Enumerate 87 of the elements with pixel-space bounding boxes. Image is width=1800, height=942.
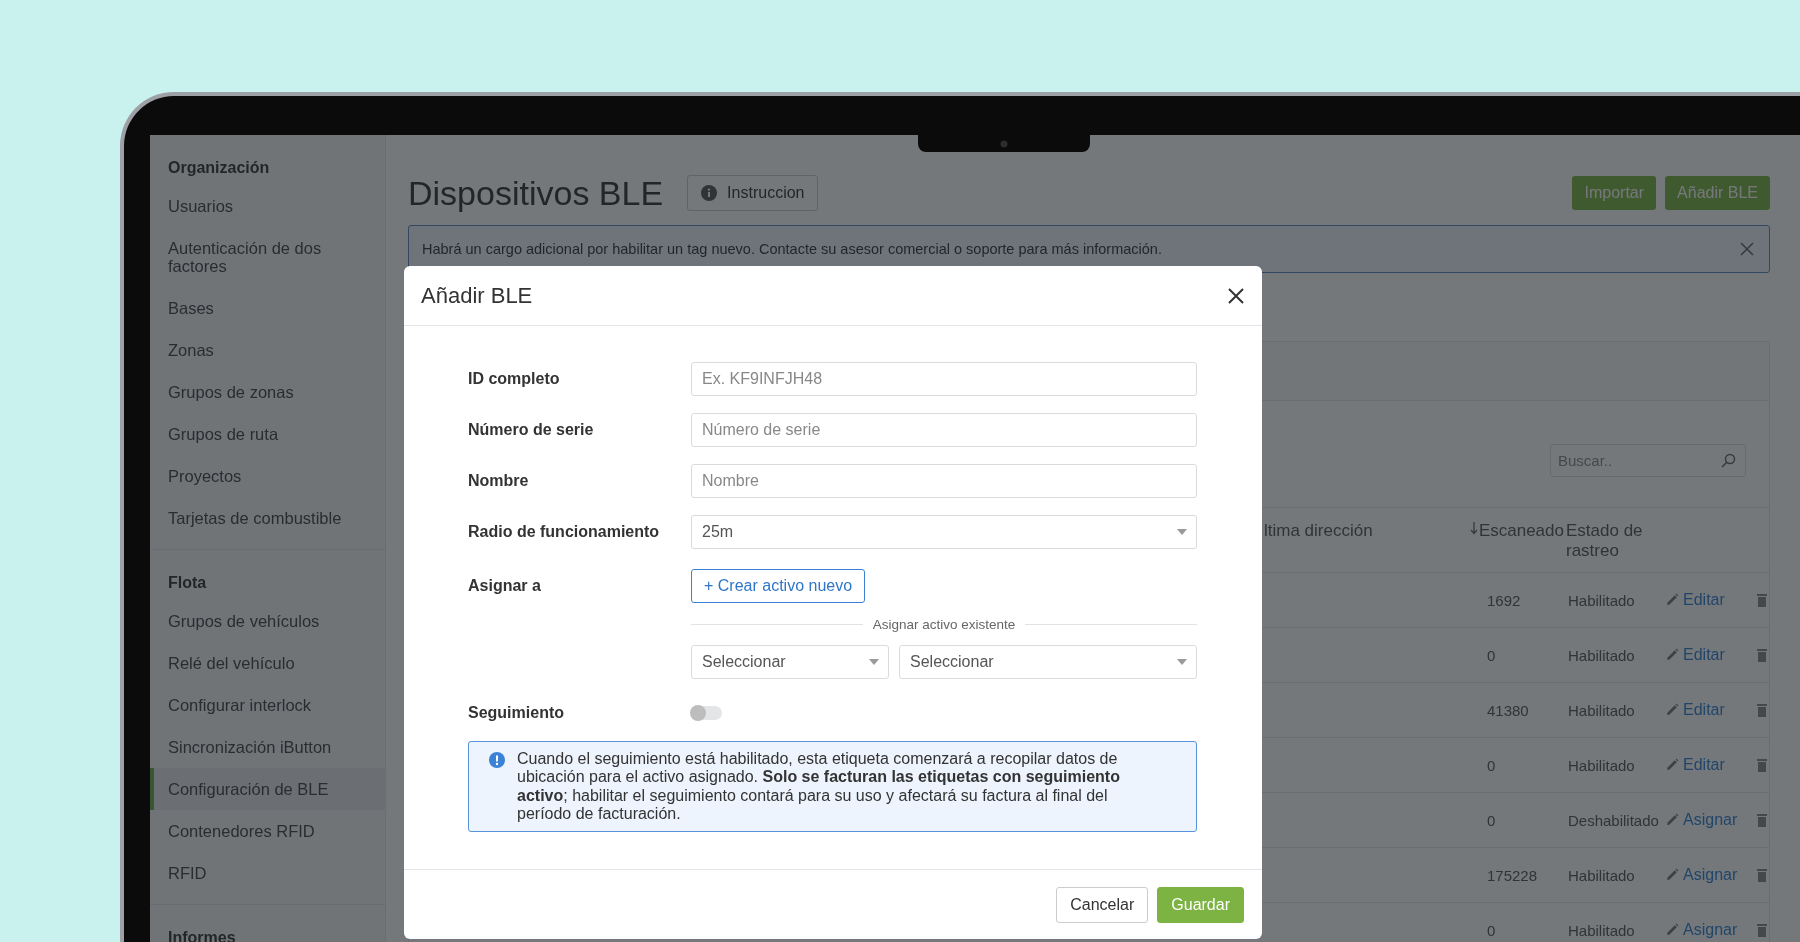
pencil-icon [1665, 592, 1679, 607]
header-button[interactable]: Importar [1572, 176, 1657, 210]
divider-label: Asignar activo existente [872, 616, 1016, 632]
table-cell-text: Deshabilitado [1567, 811, 1660, 829]
instruction-button[interactable]: Instruccion [687, 175, 819, 211]
action-link[interactable]: Asignar [1665, 810, 1738, 829]
section-heading: Organización [167, 159, 271, 178]
alert-icon [489, 752, 505, 768]
action-link[interactable]: Editar [1665, 700, 1725, 719]
pencil-icon [1665, 647, 1679, 662]
save-button[interactable]: Guardar [1157, 886, 1244, 923]
field-label: Asignar a [468, 576, 542, 596]
page-title: Dispositivos BLE [408, 173, 664, 213]
cancel-button[interactable]: Cancelar [1056, 886, 1149, 923]
caret-icon [1177, 659, 1187, 665]
sidebar-item[interactable]: Proyectos [150, 455, 385, 497]
sidebar-item[interactable]: Autenticación de dos factores [150, 227, 385, 287]
pencil-icon [1665, 757, 1679, 772]
camera-icon [1000, 139, 1008, 148]
sidebar-item[interactable]: Grupos de zonas [150, 371, 385, 413]
table-cell-text: Habilitado [1567, 591, 1636, 609]
dialog-title: Añadir BLE [421, 282, 533, 309]
sidebar-item[interactable]: Usuarios [150, 185, 385, 227]
table-cell-text: 0 [1486, 921, 1497, 939]
dropdown[interactable]: Seleccionar [691, 645, 889, 679]
table-cell-text: 41380 [1486, 701, 1530, 719]
table-cell-text: Habilitado [1567, 756, 1636, 774]
sidebar-item[interactable]: Configuración de BLE [150, 768, 385, 810]
table-cell-text: 0 [1486, 646, 1497, 664]
table-cell-text: Habilitado [1567, 701, 1636, 719]
dropdown[interactable]: 25m [691, 515, 1197, 549]
trash-icon[interactable] [1757, 868, 1767, 882]
column-header[interactable]: Estado de rastreo [1566, 521, 1665, 561]
sidebar-item[interactable]: Grupos de ruta [150, 413, 385, 455]
sidebar-item[interactable]: Sincronización iButton [150, 726, 385, 768]
sidebar-item[interactable]: Bases [150, 287, 385, 329]
input-field[interactable]: Nombre [691, 464, 1197, 498]
action-link[interactable]: Editar [1665, 645, 1725, 664]
sidebar-item[interactable]: Grupos de vehículos [150, 600, 385, 642]
action-link[interactable]: Asignar [1665, 920, 1738, 939]
trash-icon[interactable] [1757, 703, 1767, 717]
trash-icon[interactable] [1757, 648, 1767, 662]
column-header[interactable]: Escaneado [1465, 521, 1566, 541]
close-icon[interactable] [1227, 286, 1245, 305]
table-cell-text: Habilitado [1567, 866, 1636, 884]
trash-icon[interactable] [1757, 923, 1767, 937]
info-icon [701, 185, 718, 201]
toggle-switch[interactable] [691, 706, 722, 720]
sidebar-item[interactable]: Relé del vehículo [150, 642, 385, 684]
field-label: ID completo [468, 369, 561, 389]
sidebar-item[interactable]: Configurar interlock [150, 684, 385, 726]
input-field[interactable]: Ex. KF9INFJH48 [691, 362, 1197, 396]
table-cell-text: 175228 [1486, 866, 1539, 884]
caret-icon [1177, 529, 1187, 535]
field-label: Nombre [468, 471, 530, 491]
field-label: Número de serie [468, 420, 595, 440]
table-cell-text: 0 [1486, 756, 1497, 774]
table-cell-text: Habilitado [1567, 646, 1636, 664]
pencil-icon [1665, 702, 1679, 717]
dropdown[interactable]: Seleccionar [899, 645, 1197, 679]
table-cell-text: Habilitado [1567, 921, 1636, 939]
search-icon [1720, 452, 1736, 469]
pencil-icon [1665, 922, 1679, 937]
table-cell-text: 0 [1486, 811, 1497, 829]
create-asset-button[interactable]: + Crear activo nuevo [691, 569, 866, 603]
sidebar-item[interactable]: Zonas [150, 329, 385, 371]
trash-icon[interactable] [1757, 758, 1767, 772]
sidebar-item[interactable]: RFID [150, 852, 385, 894]
pencil-icon [1665, 867, 1679, 882]
sidebar-item[interactable]: Contenedores RFID [150, 810, 385, 852]
header-button[interactable]: Añadir BLE [1665, 176, 1770, 210]
action-link[interactable]: Editar [1665, 590, 1725, 609]
action-link[interactable]: Asignar [1665, 865, 1738, 884]
section-heading: Flota [167, 574, 208, 593]
trash-icon[interactable] [1757, 813, 1767, 827]
alert-text: Habrá un cargo adicional por habilitar un tag nuevo. Contacte su asesor comercial o soporte para más información. [422, 241, 1162, 257]
caret-icon [869, 659, 879, 665]
trash-icon[interactable] [1757, 593, 1767, 607]
pencil-icon [1665, 812, 1679, 827]
sidebar-item[interactable]: Tarjetas de combustible [150, 497, 385, 539]
input-field[interactable]: Número de serie [691, 413, 1197, 447]
action-link[interactable]: Editar [1665, 755, 1725, 774]
column-header[interactable]: ltima dirección [1264, 521, 1465, 541]
field-label: Radio de funcionamiento [468, 522, 661, 542]
field-label: Seguimiento [468, 703, 565, 723]
table-cell-text: 1692 [1486, 591, 1522, 609]
note-text: Cuando el seguimiento está habilitado, esta etiqueta comenzará a recopilar datos de ubicación para el activo asignado. Solo se facturan las etiquetas con seguimiento activo; habilitar el seguimiento contará para su uso y afectará su factura al final del período de facturación. [517, 750, 1121, 824]
